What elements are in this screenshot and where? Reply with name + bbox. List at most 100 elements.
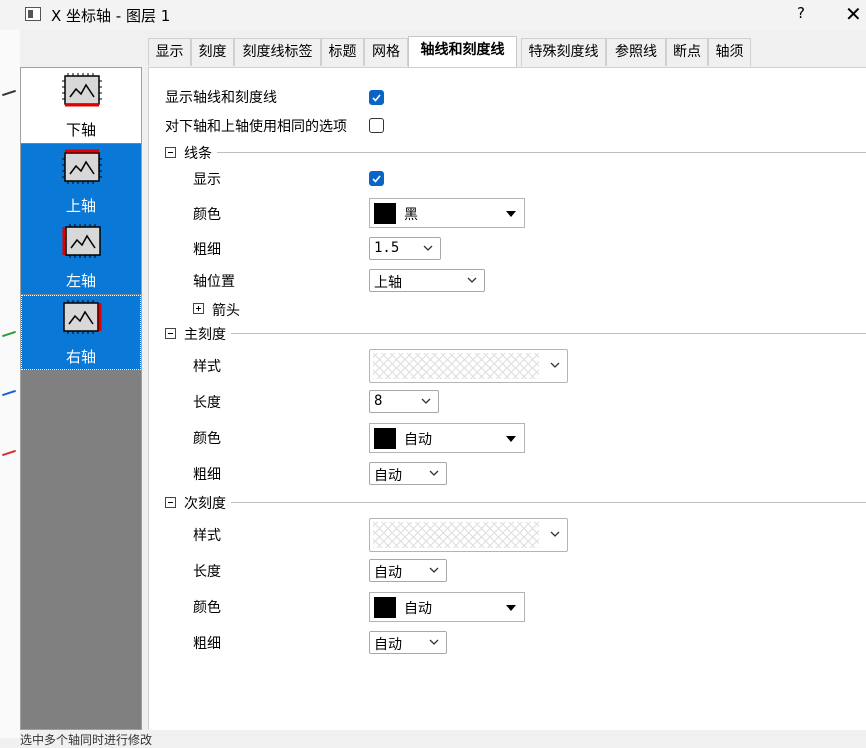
section-header-minor-ticks: 次刻度	[184, 496, 226, 512]
axis-item-right[interactable]: 右轴	[21, 295, 141, 370]
section-divider	[217, 152, 866, 153]
axis-position-dropdown[interactable]: 上轴	[369, 269, 485, 292]
tab-special-ticks[interactable]: 特殊刻度线	[521, 38, 606, 66]
tab-breaks[interactable]: 断点	[666, 38, 708, 66]
axis-label: 左轴	[65, 272, 96, 290]
section-header-major-ticks: 主刻度	[184, 327, 226, 343]
line-width-value: 1.5	[374, 240, 400, 256]
minor-width-value: 自动	[374, 637, 402, 653]
dropdown-arrow-icon	[506, 211, 516, 217]
minor-color-dropdown[interactable]: 自动	[369, 592, 525, 622]
axis-position-value: 上轴	[374, 275, 402, 291]
minor-style-dropdown[interactable]	[369, 518, 568, 552]
line-width-label: 粗细	[193, 242, 221, 258]
major-length-label: 长度	[193, 395, 221, 411]
chevron-down-icon	[467, 277, 477, 283]
color-swatch	[374, 203, 396, 224]
same-options-checkbox[interactable]	[369, 118, 384, 133]
dropdown-arrow-icon	[506, 436, 516, 442]
window-title: X 坐标轴 - 图层 1	[51, 7, 171, 25]
major-color-label: 颜色	[193, 431, 221, 447]
same-options-label: 对下轴和上轴使用相同的选项	[165, 119, 347, 135]
line-width-dropdown[interactable]: 1.5	[369, 237, 441, 260]
minor-length-label: 长度	[193, 564, 221, 580]
tick-style-pattern	[373, 522, 539, 548]
minor-width-dropdown[interactable]: 自动	[369, 631, 447, 654]
checkmark-icon	[372, 94, 381, 102]
tab-reference-lines[interactable]: 参照线	[606, 38, 666, 66]
minor-color-label: 颜色	[193, 600, 221, 616]
minor-width-label: 粗细	[193, 636, 221, 652]
arrow-subsection-label: 箭头	[212, 303, 240, 319]
axis-position-label: 轴位置	[193, 274, 235, 290]
chevron-down-icon	[421, 398, 431, 404]
tick-style-pattern	[373, 353, 539, 379]
major-color-dropdown[interactable]: 自动	[369, 423, 525, 453]
major-width-dropdown[interactable]: 自动	[369, 462, 447, 485]
graph-line-icon	[2, 89, 16, 97]
tab-tick-labels[interactable]: 刻度线标签	[234, 38, 321, 66]
line-color-dropdown[interactable]: 黑	[369, 198, 525, 228]
status-hint: 选中多个轴同时进行修改	[20, 733, 153, 747]
checkmark-icon	[372, 175, 381, 183]
chevron-down-icon	[429, 470, 439, 476]
section-divider	[231, 502, 866, 503]
major-length-dropdown[interactable]: 8	[369, 390, 439, 413]
graph-line-icon	[2, 449, 16, 457]
major-style-label: 样式	[193, 359, 221, 375]
right-axis-icon	[63, 300, 102, 334]
top-axis-icon	[62, 149, 102, 184]
section-header-line: 线条	[184, 146, 212, 162]
help-button[interactable]: ?	[789, 4, 813, 26]
line-color-label: 颜色	[193, 207, 221, 223]
tab-line-and-ticks[interactable]: 轴线和刻度线	[408, 36, 517, 67]
tab-rug[interactable]: 轴须	[708, 38, 751, 66]
line-show-checkbox[interactable]	[369, 171, 384, 186]
minor-length-value: 自动	[374, 565, 402, 581]
collapse-icon[interactable]	[165, 497, 176, 508]
show-axes-ticks-checkbox[interactable]	[369, 90, 384, 105]
axis-item-bottom[interactable]: 下轴	[21, 68, 141, 143]
settings-panel: 显示轴线和刻度线 对下轴和上轴使用相同的选项 线条 显示 颜色 黑 粗细 1.5…	[148, 67, 866, 730]
bottom-axis-icon	[62, 73, 102, 107]
show-axes-ticks-label: 显示轴线和刻度线	[165, 90, 277, 106]
axis-list[interactable]: 下轴 上轴 左轴 右轴	[20, 67, 142, 730]
axis-label: 上轴	[65, 197, 96, 215]
chevron-down-icon	[550, 531, 560, 537]
chevron-down-icon	[423, 245, 433, 251]
chevron-down-icon	[429, 567, 439, 573]
graph-line-icon	[2, 389, 16, 397]
color-swatch	[374, 597, 396, 618]
minor-length-dropdown[interactable]: 自动	[369, 559, 447, 582]
axis-item-top[interactable]: 上轴	[21, 144, 141, 219]
graph-line-icon	[2, 330, 16, 338]
minor-style-label: 样式	[193, 528, 221, 544]
chevron-down-icon	[429, 639, 439, 645]
title-bar: X 坐标轴 - 图层 1 ? ✕	[0, 0, 866, 30]
collapse-icon[interactable]	[165, 147, 176, 158]
major-width-value: 自动	[374, 468, 402, 484]
color-swatch	[374, 428, 396, 449]
line-show-label: 显示	[193, 172, 221, 188]
major-style-dropdown[interactable]	[369, 349, 568, 383]
chevron-down-icon	[550, 362, 560, 368]
left-axis-icon	[62, 224, 101, 258]
axis-label: 右轴	[65, 348, 96, 366]
tab-title[interactable]: 标题	[321, 38, 364, 66]
tab-scale[interactable]: 刻度	[191, 38, 234, 66]
collapse-icon[interactable]	[165, 328, 176, 339]
tab-grid[interactable]: 网格	[364, 38, 408, 66]
background-graph-strip	[0, 30, 20, 738]
major-color-value: 自动	[404, 432, 432, 448]
expand-icon[interactable]	[193, 303, 204, 314]
line-color-value: 黑	[404, 207, 418, 223]
window-icon	[25, 7, 41, 21]
axis-label: 下轴	[65, 121, 96, 139]
major-width-label: 粗细	[193, 467, 221, 483]
minor-color-value: 自动	[404, 601, 432, 617]
close-button[interactable]: ✕	[845, 2, 866, 26]
dropdown-arrow-icon	[506, 605, 516, 611]
axis-item-left[interactable]: 左轴	[21, 219, 141, 294]
major-length-value: 8	[374, 393, 383, 409]
tab-display[interactable]: 显示	[148, 38, 191, 66]
